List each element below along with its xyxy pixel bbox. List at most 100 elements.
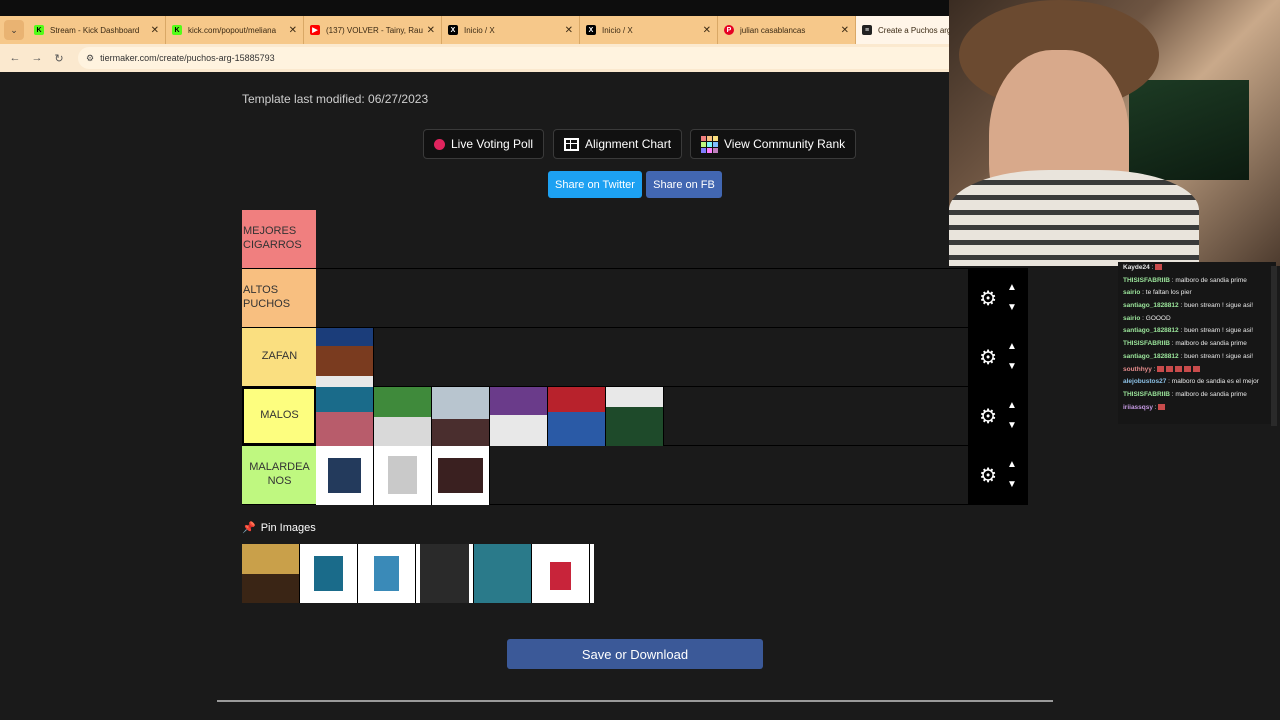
chevron-down-icon[interactable]: ▼ — [1007, 475, 1017, 495]
url-field[interactable]: ⚙ tiermaker.com/create/puchos-arg-158857… — [78, 47, 978, 69]
chat-message: iriiassqsy : — [1118, 402, 1276, 415]
chat-username[interactable]: THISISFABRIIB — [1123, 391, 1170, 398]
tier-row: ALTOS PUCHOS ⚙ ▲ ▼ — [242, 269, 1028, 328]
tab-x-1[interactable]: X Inicio / X ✕ — [442, 16, 580, 44]
chat-username[interactable]: iriiassqsy — [1123, 404, 1153, 411]
chat-text: : buen stream ! sigue asi! — [1178, 352, 1254, 360]
tier-label[interactable]: ZAFAN — [242, 328, 316, 386]
kick-icon: K — [172, 25, 182, 35]
chat-username[interactable]: alejobustos27 — [1123, 378, 1166, 385]
cigarette-pack-image[interactable] — [432, 387, 490, 446]
tab-title: (137) VOLVER - Tainy, Rau — [326, 25, 423, 35]
cigarette-pack-image[interactable] — [358, 544, 416, 603]
chevron-down-icon[interactable]: ▼ — [1007, 357, 1017, 377]
chat-message: THISISFABRIIB : malboro de sandia prime — [1118, 338, 1276, 351]
alignment-chart-button[interactable]: Alignment Chart — [553, 129, 683, 159]
site-info-icon[interactable]: ⚙ — [86, 53, 94, 64]
cigarette-pack-image[interactable] — [374, 387, 432, 446]
tier-controls: ⚙ ▲ ▼ — [968, 387, 1028, 445]
tab-youtube[interactable]: ▶ (137) VOLVER - Tainy, Rau ✕ — [304, 16, 442, 44]
tier-items[interactable] — [316, 269, 968, 327]
save-download-button[interactable]: Save or Download — [507, 639, 763, 669]
chat-message: santiago_1828812 : buen stream ! sigue a… — [1118, 351, 1276, 364]
tier-label[interactable]: MEJORES CIGARROS — [242, 210, 316, 268]
chat-username[interactable]: THISISFABRIIB — [1123, 277, 1170, 284]
chat-username[interactable]: Kayde24 — [1123, 264, 1150, 271]
tier-label[interactable]: MALOS — [242, 387, 316, 445]
tab-title: Stream - Kick Dashboard — [50, 25, 140, 35]
chat-username[interactable]: southhyy — [1123, 366, 1152, 373]
chat-username[interactable]: sairio — [1123, 289, 1140, 296]
tier-items[interactable] — [316, 328, 968, 387]
tier-items[interactable] — [316, 446, 968, 505]
cigarette-pack-image[interactable] — [532, 544, 590, 603]
tab-title: Inicio / X — [464, 25, 495, 35]
view-community-rank-button[interactable]: View Community Rank — [690, 129, 857, 159]
horizontal-scrollbar[interactable] — [217, 700, 1053, 702]
x-icon: X — [586, 25, 596, 35]
tier-controls: ⚙ ▲ ▼ — [968, 269, 1028, 327]
tier-label[interactable]: MALARDEA NOS — [242, 446, 316, 504]
share-twitter-button[interactable]: Share on Twitter — [548, 171, 642, 198]
button-label: View Community Rank — [724, 137, 846, 151]
cigarette-pack-image[interactable] — [374, 446, 432, 505]
close-icon[interactable]: ✕ — [565, 25, 573, 36]
gear-icon[interactable]: ⚙ — [979, 404, 997, 429]
chat-username[interactable]: sairio — [1123, 315, 1140, 322]
chevron-up-icon[interactable]: ▲ — [1007, 337, 1017, 357]
tab-pinterest[interactable]: P julian casablancas ✕ — [718, 16, 856, 44]
kick-icon: K — [34, 25, 44, 35]
forward-icon[interactable]: → — [26, 52, 48, 64]
cigarette-pack-image[interactable] — [432, 446, 490, 505]
tab-kick-popout[interactable]: K kick.com/popout/meliana ✕ — [166, 16, 304, 44]
chat-username[interactable]: santiago_1828812 — [1123, 353, 1179, 360]
cigarette-pack-image[interactable] — [606, 387, 664, 446]
tab-kick-dashboard[interactable]: K Stream - Kick Dashboard ✕ — [28, 16, 166, 44]
close-icon[interactable]: ✕ — [151, 25, 159, 36]
close-icon[interactable]: ✕ — [289, 25, 297, 36]
tier-label[interactable]: ALTOS PUCHOS — [242, 269, 316, 327]
gear-icon[interactable]: ⚙ — [979, 463, 997, 488]
cigarette-pack-image[interactable] — [474, 544, 532, 603]
chat-username[interactable]: santiago_1828812 — [1123, 302, 1179, 309]
tier-grid-icon — [701, 135, 718, 153]
chat-text: : malboro de sandia prime — [1169, 340, 1247, 348]
tab-search-icon[interactable]: ⌄ — [4, 20, 24, 40]
share-fb-button[interactable]: Share on FB — [646, 171, 722, 198]
cigarette-pack-image[interactable] — [416, 544, 474, 603]
chat-message: sairio : GOOOD — [1118, 313, 1276, 326]
scrollbar[interactable] — [1271, 266, 1277, 426]
cigarette-pack-image[interactable] — [490, 387, 548, 446]
live-voting-poll-button[interactable]: Live Voting Poll — [423, 129, 545, 159]
chat-overlay: Kayde24 : THISISFABRIIB : malboro de san… — [1118, 262, 1276, 424]
cigarette-pack-image[interactable] — [316, 328, 374, 387]
cigarette-pack-image[interactable] — [242, 544, 300, 603]
chevron-up-icon[interactable]: ▲ — [1007, 396, 1017, 416]
cigarette-pack-image[interactable] — [300, 544, 358, 603]
button-label: Alignment Chart — [585, 137, 672, 151]
background-window — [1129, 80, 1249, 180]
chat-text: : te faltan los pier — [1140, 289, 1192, 297]
tier-items[interactable] — [316, 387, 968, 446]
cigarette-pack-image[interactable] — [316, 446, 374, 505]
image-pool — [242, 544, 594, 603]
gear-icon[interactable]: ⚙ — [979, 286, 997, 311]
chevron-up-icon[interactable]: ▲ — [1007, 455, 1017, 475]
close-icon[interactable]: ✕ — [703, 25, 711, 36]
gear-icon[interactable]: ⚙ — [979, 345, 997, 370]
chevron-down-icon[interactable]: ▼ — [1007, 416, 1017, 436]
tab-x-2[interactable]: X Inicio / X ✕ — [580, 16, 718, 44]
chevron-down-icon[interactable]: ▼ — [1007, 298, 1017, 318]
cigarette-pack-image[interactable] — [548, 387, 606, 446]
chat-username[interactable]: santiago_1828812 — [1123, 327, 1179, 334]
pin-images-toggle[interactable]: 📌 Pin Images — [242, 521, 316, 535]
cigarette-pack-image[interactable] — [316, 387, 374, 446]
close-icon[interactable]: ✕ — [427, 25, 435, 36]
back-icon[interactable]: ← — [4, 52, 26, 64]
chat-username[interactable]: THISISFABRIIB — [1123, 340, 1170, 347]
reload-icon[interactable]: ↻ — [48, 52, 70, 65]
chevron-up-icon[interactable]: ▲ — [1007, 278, 1017, 298]
emote-icon — [1157, 365, 1165, 372]
close-icon[interactable]: ✕ — [841, 25, 849, 36]
tier-items[interactable] — [316, 210, 968, 268]
